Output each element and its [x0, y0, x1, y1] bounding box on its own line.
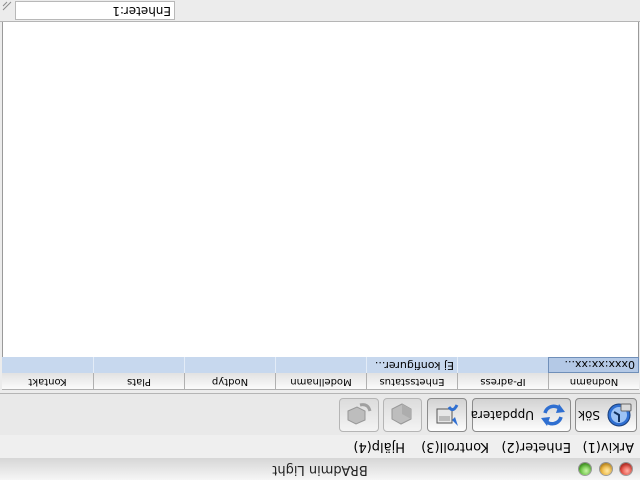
search-button-label: Sök — [578, 408, 600, 422]
table-row[interactable]: 0xxx:xx:xx... Ej konfigurer... — [2, 357, 639, 373]
status-bar: Enheter:1 — [0, 0, 640, 22]
cell-kontakt[interactable] — [2, 357, 93, 373]
resize-grip-icon[interactable] — [2, 1, 14, 13]
device-icon — [391, 403, 412, 425]
column-header-plats[interactable]: Plats — [93, 373, 184, 389]
column-header-kontakt[interactable]: Kontakt — [2, 373, 93, 389]
refresh-icon — [541, 404, 565, 426]
settings-icon — [347, 403, 372, 425]
cell-plats[interactable] — [93, 357, 184, 373]
column-header-nodtyp[interactable]: Nodtyp — [184, 373, 275, 389]
window-title: BRAdmin Light — [272, 462, 368, 477]
application-window: BRAdmin Light Arkiv(1) Enheter(2) Kontro… — [0, 0, 640, 480]
column-header-nodnamn[interactable]: Nodnamn — [548, 373, 639, 389]
cell-enhetsstatus[interactable]: Ej konfigurer... — [366, 357, 457, 373]
title-bar: BRAdmin Light — [0, 457, 640, 480]
menu-kontroll[interactable]: Kontroll(3) — [421, 439, 489, 454]
settings-button[interactable] — [339, 398, 379, 432]
menu-arkiv[interactable]: Arkiv(1) — [583, 439, 635, 454]
config-icon — [436, 404, 459, 426]
column-header-enhetsstatus[interactable]: Enhetsstatus — [366, 373, 457, 389]
search-icon — [607, 403, 632, 427]
device-count-status: Enheter:1 — [15, 1, 175, 20]
device-list-area[interactable] — [2, 22, 639, 357]
cell-modellnamn[interactable] — [275, 357, 366, 373]
cell-ip-adress[interactable] — [457, 357, 548, 373]
device-button[interactable] — [383, 398, 422, 432]
column-header-ip-adress[interactable]: IP-adress — [457, 373, 548, 389]
column-header-modellnamn[interactable]: Modellnamn — [275, 373, 366, 389]
refresh-button-label: Uppdatera — [470, 408, 534, 422]
configure-button[interactable] — [427, 398, 467, 432]
refresh-button[interactable]: Uppdatera — [470, 398, 571, 432]
toolbar: Sök Uppdatera — [0, 393, 640, 435]
cell-nodnamn[interactable]: 0xxx:xx:xx... — [548, 357, 639, 373]
table-header: Nodnamn IP-adress Enhetsstatus Modellnam… — [2, 372, 639, 390]
menu-bar: Arkiv(1) Enheter(2) Kontroll(3) Hjälp(4) — [0, 434, 640, 458]
menu-hjalp[interactable]: Hjälp(4) — [353, 439, 405, 454]
cell-nodtyp[interactable] — [184, 357, 275, 373]
menu-enheter[interactable]: Enheter(2) — [501, 439, 571, 454]
search-button[interactable]: Sök — [575, 398, 637, 432]
